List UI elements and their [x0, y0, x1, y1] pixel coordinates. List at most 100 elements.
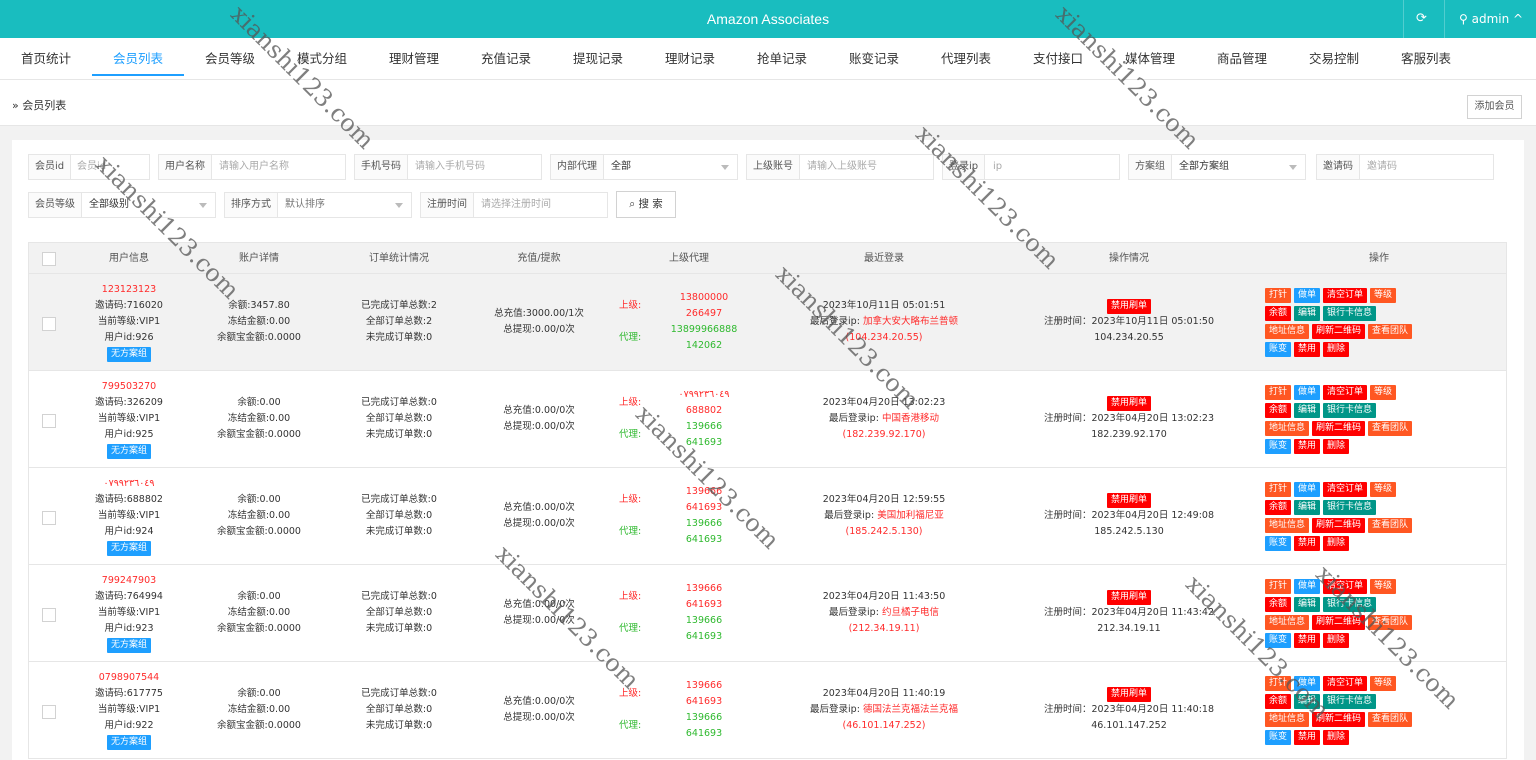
row-checkbox[interactable] [42, 317, 56, 331]
edit-button[interactable]: 编辑 [1294, 694, 1321, 709]
bank-card-button[interactable]: 银行卡信息 [1323, 500, 1377, 515]
delete-button[interactable]: 删除 [1323, 536, 1350, 551]
inject-button[interactable]: 打针 [1265, 676, 1292, 691]
filter-invite-input[interactable]: 邀请码 [1367, 155, 1397, 179]
make-order-button[interactable]: 做单 [1294, 579, 1321, 594]
row-checkbox[interactable] [42, 511, 56, 525]
plan-group-badge[interactable]: 无方案组 [106, 347, 151, 362]
level-button[interactable]: 等级 [1370, 676, 1397, 691]
level-button[interactable]: 等级 [1370, 579, 1397, 594]
nav-finance-log[interactable]: 理财记录 [644, 38, 736, 80]
agent-account[interactable]: 139666 [659, 516, 749, 532]
inject-button[interactable]: 打针 [1265, 482, 1292, 497]
disable-button[interactable]: 禁用 [1294, 536, 1321, 551]
agent-account[interactable]: 139666 [659, 613, 749, 629]
account-changes-button[interactable]: 账变 [1265, 536, 1292, 551]
bank-card-button[interactable]: 银行卡信息 [1323, 403, 1377, 418]
filter-ip[interactable]: 登录ip ip [942, 154, 1120, 180]
address-button[interactable]: 地址信息 [1265, 324, 1310, 339]
filter-regtime-input[interactable]: 请选择注册时间 [481, 193, 551, 217]
nav-home[interactable]: 首页统计 [0, 38, 92, 80]
parent-account[interactable]: 139666 [659, 678, 749, 694]
parent-account[interactable]: ٠٧٩٩٢٣٦٠٤٩ [659, 387, 749, 403]
user-phone[interactable]: 0798907544 [69, 670, 189, 686]
disable-brushing-button[interactable]: 禁用刷单 [1106, 396, 1151, 411]
make-order-button[interactable]: 做单 [1294, 385, 1321, 400]
disable-brushing-button[interactable]: 禁用刷单 [1106, 687, 1151, 702]
user-phone[interactable]: 123123123 [69, 282, 189, 298]
filter-parent-input[interactable]: 请输入上级账号 [807, 155, 877, 179]
disable-button[interactable]: 禁用 [1294, 342, 1321, 357]
filter-regtime[interactable]: 注册时间 请选择注册时间 [420, 192, 608, 218]
address-button[interactable]: 地址信息 [1265, 421, 1310, 436]
user-menu[interactable]: ⚲ admin ^ [1444, 0, 1536, 38]
delete-button[interactable]: 删除 [1323, 633, 1350, 648]
nav-withdraw[interactable]: 提现记录 [552, 38, 644, 80]
filter-level-select[interactable]: 会员等级 全部级别 [28, 192, 216, 218]
plan-group-badge[interactable]: 无方案组 [106, 444, 151, 459]
bank-card-button[interactable]: 银行卡信息 [1323, 306, 1377, 321]
edit-button[interactable]: 编辑 [1294, 403, 1321, 418]
delete-button[interactable]: 删除 [1323, 342, 1350, 357]
filter-parent[interactable]: 上级账号 请输入上级账号 [746, 154, 934, 180]
nav-media[interactable]: 媒体管理 [1104, 38, 1196, 80]
filter-plan-group-select[interactable]: 方案组 全部方案组 [1128, 154, 1306, 180]
filter-username[interactable]: 用户名称 请输入用户名称 [158, 154, 346, 180]
view-team-button[interactable]: 查看团队 [1368, 712, 1413, 727]
filter-id[interactable]: 会员id 会员id [28, 154, 150, 180]
clear-orders-button[interactable]: 清空订单 [1323, 676, 1368, 691]
disable-button[interactable]: 禁用 [1294, 439, 1321, 454]
refresh-qrcode-button[interactable]: 刷新二维码 [1312, 615, 1366, 630]
balance-button[interactable]: 余额 [1265, 403, 1292, 418]
filter-username-input[interactable]: 请输入用户名称 [219, 155, 289, 179]
disable-brushing-button[interactable]: 禁用刷单 [1106, 590, 1151, 605]
search-button[interactable]: ⌕ 搜 索 [616, 191, 676, 218]
address-button[interactable]: 地址信息 [1265, 615, 1310, 630]
row-checkbox[interactable] [42, 608, 56, 622]
bank-card-button[interactable]: 银行卡信息 [1323, 597, 1377, 612]
plan-group-badge[interactable]: 无方案组 [106, 541, 151, 556]
refresh-button[interactable]: ⟳ [1403, 0, 1439, 38]
plan-group-badge[interactable]: 无方案组 [106, 735, 151, 750]
view-team-button[interactable]: 查看团队 [1368, 518, 1413, 533]
balance-button[interactable]: 余额 [1265, 597, 1292, 612]
select-all-checkbox[interactable] [42, 252, 56, 266]
address-button[interactable]: 地址信息 [1265, 712, 1310, 727]
parent-account[interactable]: 13800000 [659, 290, 749, 306]
make-order-button[interactable]: 做单 [1294, 482, 1321, 497]
view-team-button[interactable]: 查看团队 [1368, 615, 1413, 630]
make-order-button[interactable]: 做单 [1294, 676, 1321, 691]
nav-account-changes[interactable]: 账变记录 [828, 38, 920, 80]
disable-button[interactable]: 禁用 [1294, 633, 1321, 648]
refresh-qrcode-button[interactable]: 刷新二维码 [1312, 421, 1366, 436]
user-phone[interactable]: ٠٧٩٩٢٣٦٠٤٩ [69, 476, 189, 492]
clear-orders-button[interactable]: 清空订单 [1323, 579, 1368, 594]
view-team-button[interactable]: 查看团队 [1368, 324, 1413, 339]
row-checkbox[interactable] [42, 414, 56, 428]
account-changes-button[interactable]: 账变 [1265, 439, 1292, 454]
delete-button[interactable]: 删除 [1323, 730, 1350, 745]
level-button[interactable]: 等级 [1370, 288, 1397, 303]
balance-button[interactable]: 余额 [1265, 694, 1292, 709]
add-member-button[interactable]: 添加会员 [1467, 95, 1522, 119]
parent-account[interactable]: 139666 [659, 581, 749, 597]
inject-button[interactable]: 打针 [1265, 385, 1292, 400]
edit-button[interactable]: 编辑 [1294, 500, 1321, 515]
disable-brushing-button[interactable]: 禁用刷单 [1106, 493, 1151, 508]
nav-grab-orders[interactable]: 抢单记录 [736, 38, 828, 80]
view-team-button[interactable]: 查看团队 [1368, 421, 1413, 436]
clear-orders-button[interactable]: 清空订单 [1323, 288, 1368, 303]
parent-account[interactable]: 139666 [659, 484, 749, 500]
filter-agent-select[interactable]: 内部代理 全部 [550, 154, 738, 180]
clear-orders-button[interactable]: 清空订单 [1323, 482, 1368, 497]
level-button[interactable]: 等级 [1370, 385, 1397, 400]
nav-customer-service[interactable]: 客服列表 [1380, 38, 1472, 80]
agent-account[interactable]: 139666 [659, 419, 749, 435]
nav-levels[interactable]: 会员等级 [184, 38, 276, 80]
agent-account[interactable]: 139666 [659, 710, 749, 726]
account-changes-button[interactable]: 账变 [1265, 730, 1292, 745]
nav-finance[interactable]: 理财管理 [368, 38, 460, 80]
filter-phone[interactable]: 手机号码 请输入手机号码 [354, 154, 542, 180]
filter-ip-input[interactable]: ip [993, 155, 1002, 179]
row-checkbox[interactable] [42, 705, 56, 719]
